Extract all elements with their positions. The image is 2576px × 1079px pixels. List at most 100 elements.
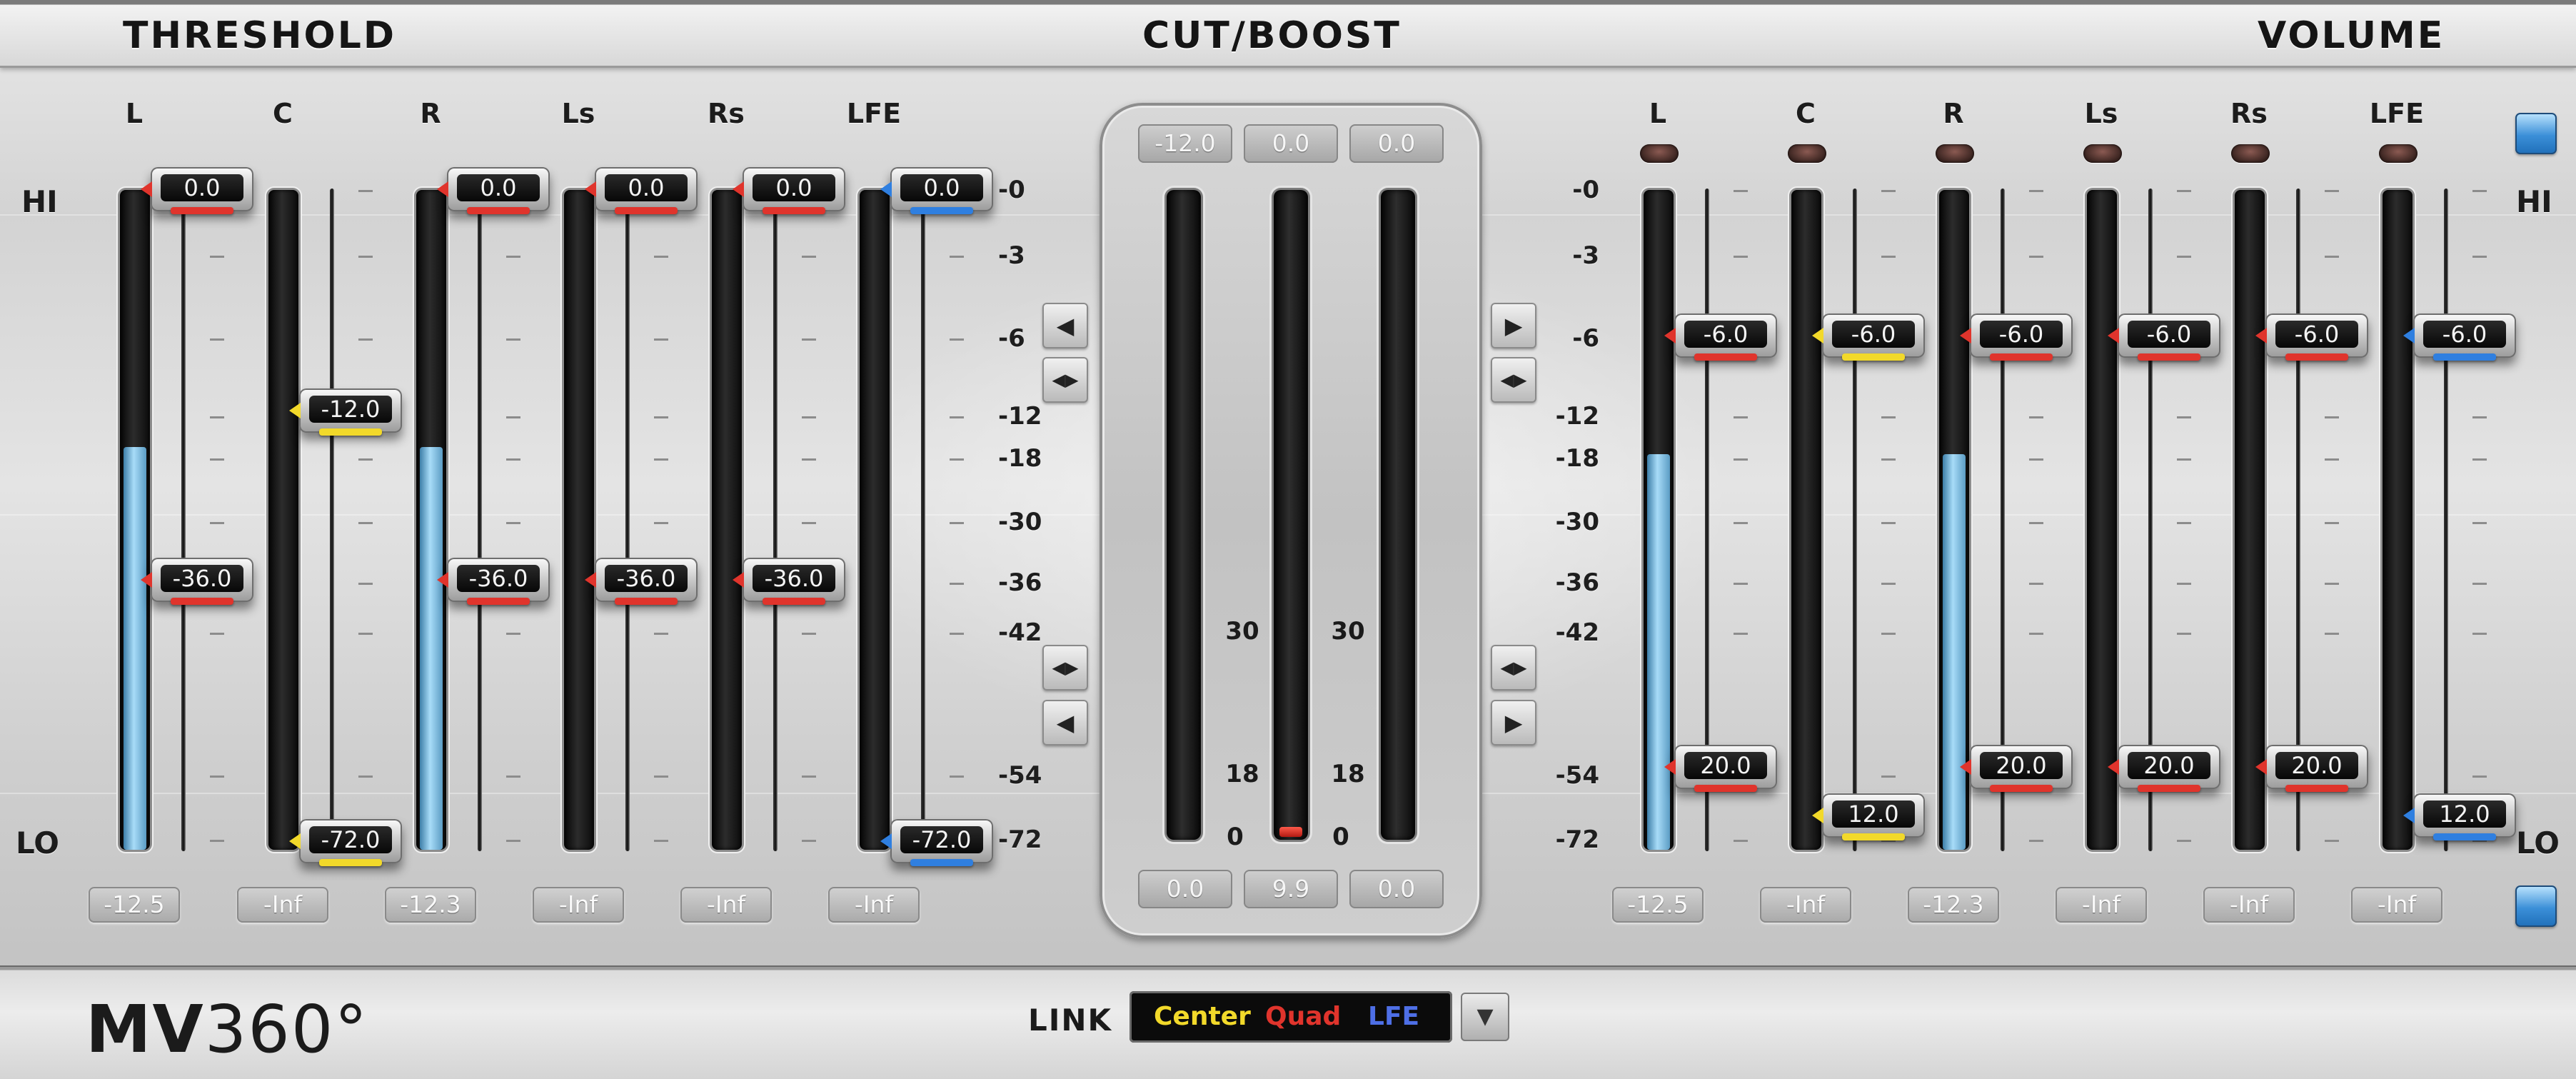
volume-scale-8: -54 (1555, 761, 1599, 790)
threshold-l-hi-slider-thumb[interactable]: 0.0 (141, 167, 253, 214)
link-selector[interactable]: Center Quad LFE (1129, 991, 1452, 1043)
threshold-r-hi-slider-thumb[interactable]: 0.0 (437, 167, 550, 214)
threshold-r-meter-fill (420, 447, 443, 850)
threshold-lfe-tick (950, 633, 964, 635)
threshold-nudge-both-button[interactable]: ◀▶ (1042, 357, 1088, 403)
volume-rs-hi-pointer (2255, 328, 2267, 343)
volume-link-bottom-button[interactable] (2515, 885, 2557, 927)
volume-l-tick (1734, 633, 1748, 635)
volume-lo-nudge-both-button[interactable]: ◀▶ (1491, 645, 1536, 691)
cut-boost-meter-center (1274, 190, 1308, 840)
volume-link-top-button[interactable] (2515, 113, 2557, 154)
threshold-lfe-hi-slider-thumb[interactable]: 0.0 (880, 167, 993, 214)
volume-lfe-tick (2472, 633, 2487, 635)
volume-rs-lo-value: 20.0 (2275, 752, 2358, 779)
threshold-ls-hi-slider-thumb[interactable]: 0.0 (585, 167, 698, 214)
volume-l-tick (1734, 416, 1748, 418)
threshold-r-hi-color-bar (467, 207, 530, 214)
threshold-r-lo-slider-thumb[interactable]: -36.0 (437, 558, 550, 605)
volume-ls-hi-pointer (2108, 328, 2119, 343)
threshold-c-tick (358, 256, 373, 258)
threshold-ls-lo-slider-thumb[interactable]: -36.0 (585, 558, 698, 605)
volume-lfe-tick (2472, 416, 2487, 418)
threshold-l-hi-pointer (141, 181, 152, 197)
threshold-c-lo-slider-thumb[interactable]: -72.0 (289, 819, 402, 866)
link-label: LINK (1028, 1003, 1113, 1038)
threshold-ls-tick (654, 256, 668, 258)
volume-rs-tick (2325, 256, 2339, 258)
volume-ls-lo-slider-thumb[interactable]: 20.0 (2108, 745, 2220, 792)
threshold-lfe-slider-track[interactable] (921, 189, 925, 851)
volume-l-hi-value: -6.0 (1684, 321, 1767, 348)
volume-scale-0: -0 (1572, 176, 1599, 204)
volume-r-hi-color-bar (1990, 353, 2053, 361)
volume-c-hi-slider-thumb[interactable]: -6.0 (1812, 313, 1925, 361)
threshold-rs-lo-color-bar (763, 598, 825, 605)
volume-rs-meter (2235, 190, 2265, 850)
threshold-l-lo-value: -36.0 (161, 565, 243, 592)
volume-c-lo-color-bar (1842, 833, 1905, 840)
threshold-rs-tick (802, 458, 816, 461)
volume-rs-hi-slider-thumb[interactable]: -6.0 (2255, 313, 2368, 361)
threshold-rs-lo-slider-thumb[interactable]: -36.0 (733, 558, 845, 605)
volume-lo-nudge-right-button[interactable]: ▶ (1491, 700, 1536, 746)
threshold-lfe-tick (950, 583, 964, 585)
volume-l-lo-pointer (1664, 759, 1676, 775)
volume-r-lo-slider-thumb[interactable]: 20.0 (1960, 745, 2073, 792)
link-quad-option[interactable]: Quad (1265, 991, 1341, 1043)
link-lfe-option[interactable]: LFE (1368, 991, 1419, 1043)
threshold-l-meter-fill (124, 447, 146, 850)
link-dropdown-button[interactable]: ▼ (1461, 993, 1509, 1041)
threshold-c-slider-track[interactable] (330, 189, 334, 851)
volume-l-hi-slider-thumb[interactable]: -6.0 (1664, 313, 1777, 361)
volume-lfe-lo-slider-thumb[interactable]: 12.0 (2403, 793, 2516, 840)
threshold-r-lo-pointer (437, 572, 448, 588)
volume-rs-label: Rs (2230, 98, 2268, 129)
volume-r-hi-value: -6.0 (1980, 321, 2063, 348)
volume-lfe-slider-track[interactable] (2444, 189, 2448, 851)
threshold-l-slider-track[interactable] (181, 189, 186, 851)
threshold-r-tick (506, 416, 520, 418)
volume-c-lo-slider-thumb[interactable]: 12.0 (1812, 793, 1925, 840)
volume-rs-lo-slider-thumb[interactable]: 20.0 (2255, 745, 2368, 792)
volume-r-meter (1939, 190, 1969, 850)
threshold-r-slider-track[interactable] (478, 189, 482, 851)
threshold-rs-hi-slider-thumb[interactable]: 0.0 (733, 167, 845, 214)
threshold-ls-meter (564, 190, 594, 850)
threshold-lfe-hi-color-bar (910, 207, 973, 214)
volume-ls-hi-color-bar (2138, 353, 2200, 361)
threshold-l-tick (210, 338, 224, 341)
threshold-rs-slider-track[interactable] (773, 189, 778, 851)
threshold-scale-6: -36 (998, 568, 1042, 597)
threshold-lo-nudge-left-button[interactable]: ◀ (1042, 700, 1088, 746)
threshold-c-lo-color-bar (319, 859, 382, 866)
threshold-ls-slider-track[interactable] (625, 189, 630, 851)
threshold-title: THRESHOLD (123, 14, 397, 57)
volume-nudge-both-button[interactable]: ◀▶ (1491, 357, 1536, 403)
threshold-ls-lo-pointer (585, 572, 596, 588)
threshold-ls-tick (654, 458, 668, 461)
volume-c-tick (1881, 416, 1896, 418)
threshold-scale-7: -42 (998, 618, 1042, 647)
volume-l-lo-slider-thumb[interactable]: 20.0 (1664, 745, 1777, 792)
volume-ls-meter (2087, 190, 2117, 850)
volume-c-slider-track[interactable] (1853, 189, 1857, 851)
threshold-ls-label: Ls (561, 98, 595, 129)
volume-c-lo-value: 12.0 (1832, 801, 1915, 828)
threshold-ls-lo-color-bar (615, 598, 678, 605)
link-center-option[interactable]: Center (1154, 991, 1251, 1043)
threshold-scale-2: -6 (998, 324, 1025, 353)
volume-rs-tick (2325, 458, 2339, 461)
volume-r-hi-slider-thumb[interactable]: -6.0 (1960, 313, 2073, 361)
cut-boost-scale-18-right: 18 (1331, 760, 1365, 788)
threshold-l-lo-slider-thumb[interactable]: -36.0 (141, 558, 253, 605)
threshold-c-hi-slider-thumb[interactable]: -12.0 (289, 388, 402, 436)
volume-lfe-hi-color-bar (2433, 353, 2496, 361)
volume-ls-hi-slider-thumb[interactable]: -6.0 (2108, 313, 2220, 361)
threshold-lo-nudge-both-button[interactable]: ◀▶ (1042, 645, 1088, 691)
volume-lfe-hi-slider-thumb[interactable]: -6.0 (2403, 313, 2516, 361)
threshold-c-tick (358, 338, 373, 341)
volume-scale-5: -30 (1555, 508, 1599, 536)
volume-scale-4: -18 (1555, 444, 1599, 473)
threshold-lfe-lo-slider-thumb[interactable]: -72.0 (880, 819, 993, 866)
